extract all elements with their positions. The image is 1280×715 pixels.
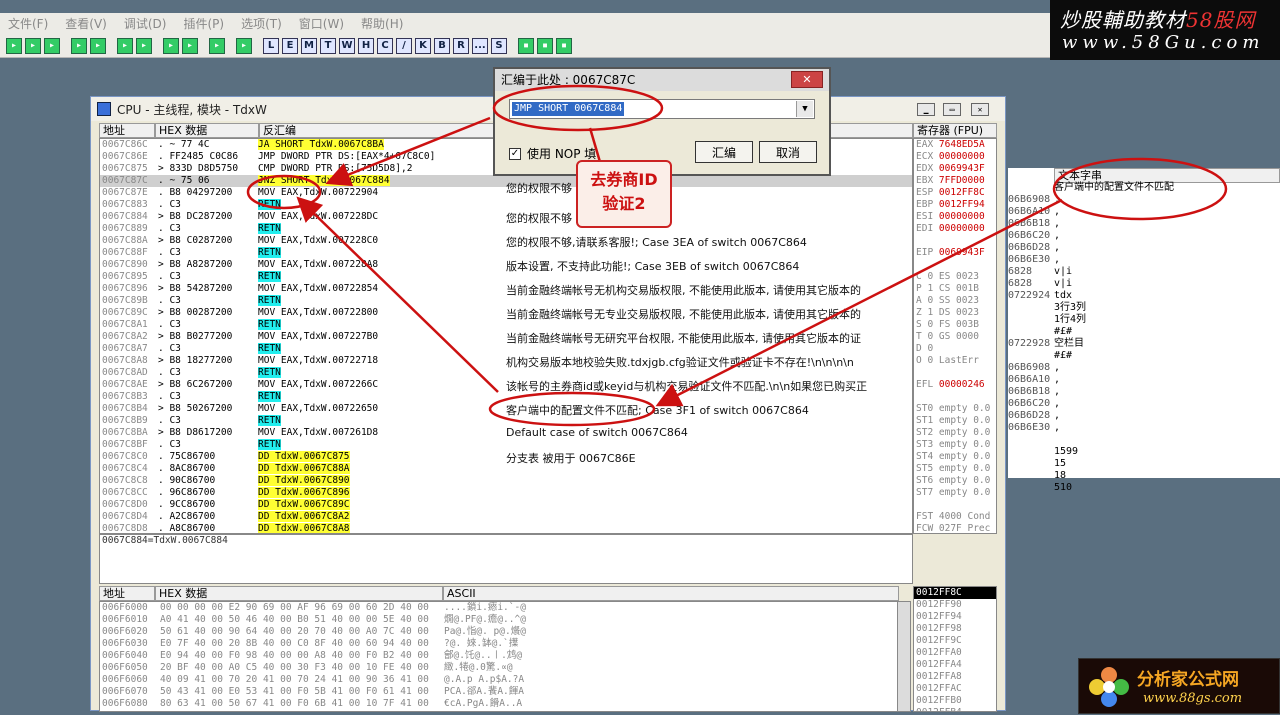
annotation-callout: 去券商ID 验证2 (576, 160, 672, 228)
annotation-ellipse-comment (488, 391, 656, 427)
annotation-ellipse-strings (1052, 157, 1228, 221)
annotation-callout-line2: 验证2 (602, 194, 646, 213)
site-logo: 分析家公式网 www.88gs.com (1078, 658, 1280, 714)
annotation-ellipse-input (492, 84, 664, 132)
annotation-callout-line1: 去券商ID (590, 170, 658, 189)
flower-icon (1089, 667, 1129, 707)
annotation-callout-pointer (588, 127, 602, 163)
annotation-arrow-1 (325, 116, 491, 187)
site-logo-title: 分析家公式网 (1137, 670, 1239, 690)
annotation-overlay (246, 84, 1228, 427)
site-logo-url: www.88gs.com (1143, 691, 1243, 706)
annotation-arrow-3 (655, 198, 1063, 407)
annotation-ellipse-jnz (246, 174, 322, 210)
annotation-arrow-2 (296, 196, 499, 393)
